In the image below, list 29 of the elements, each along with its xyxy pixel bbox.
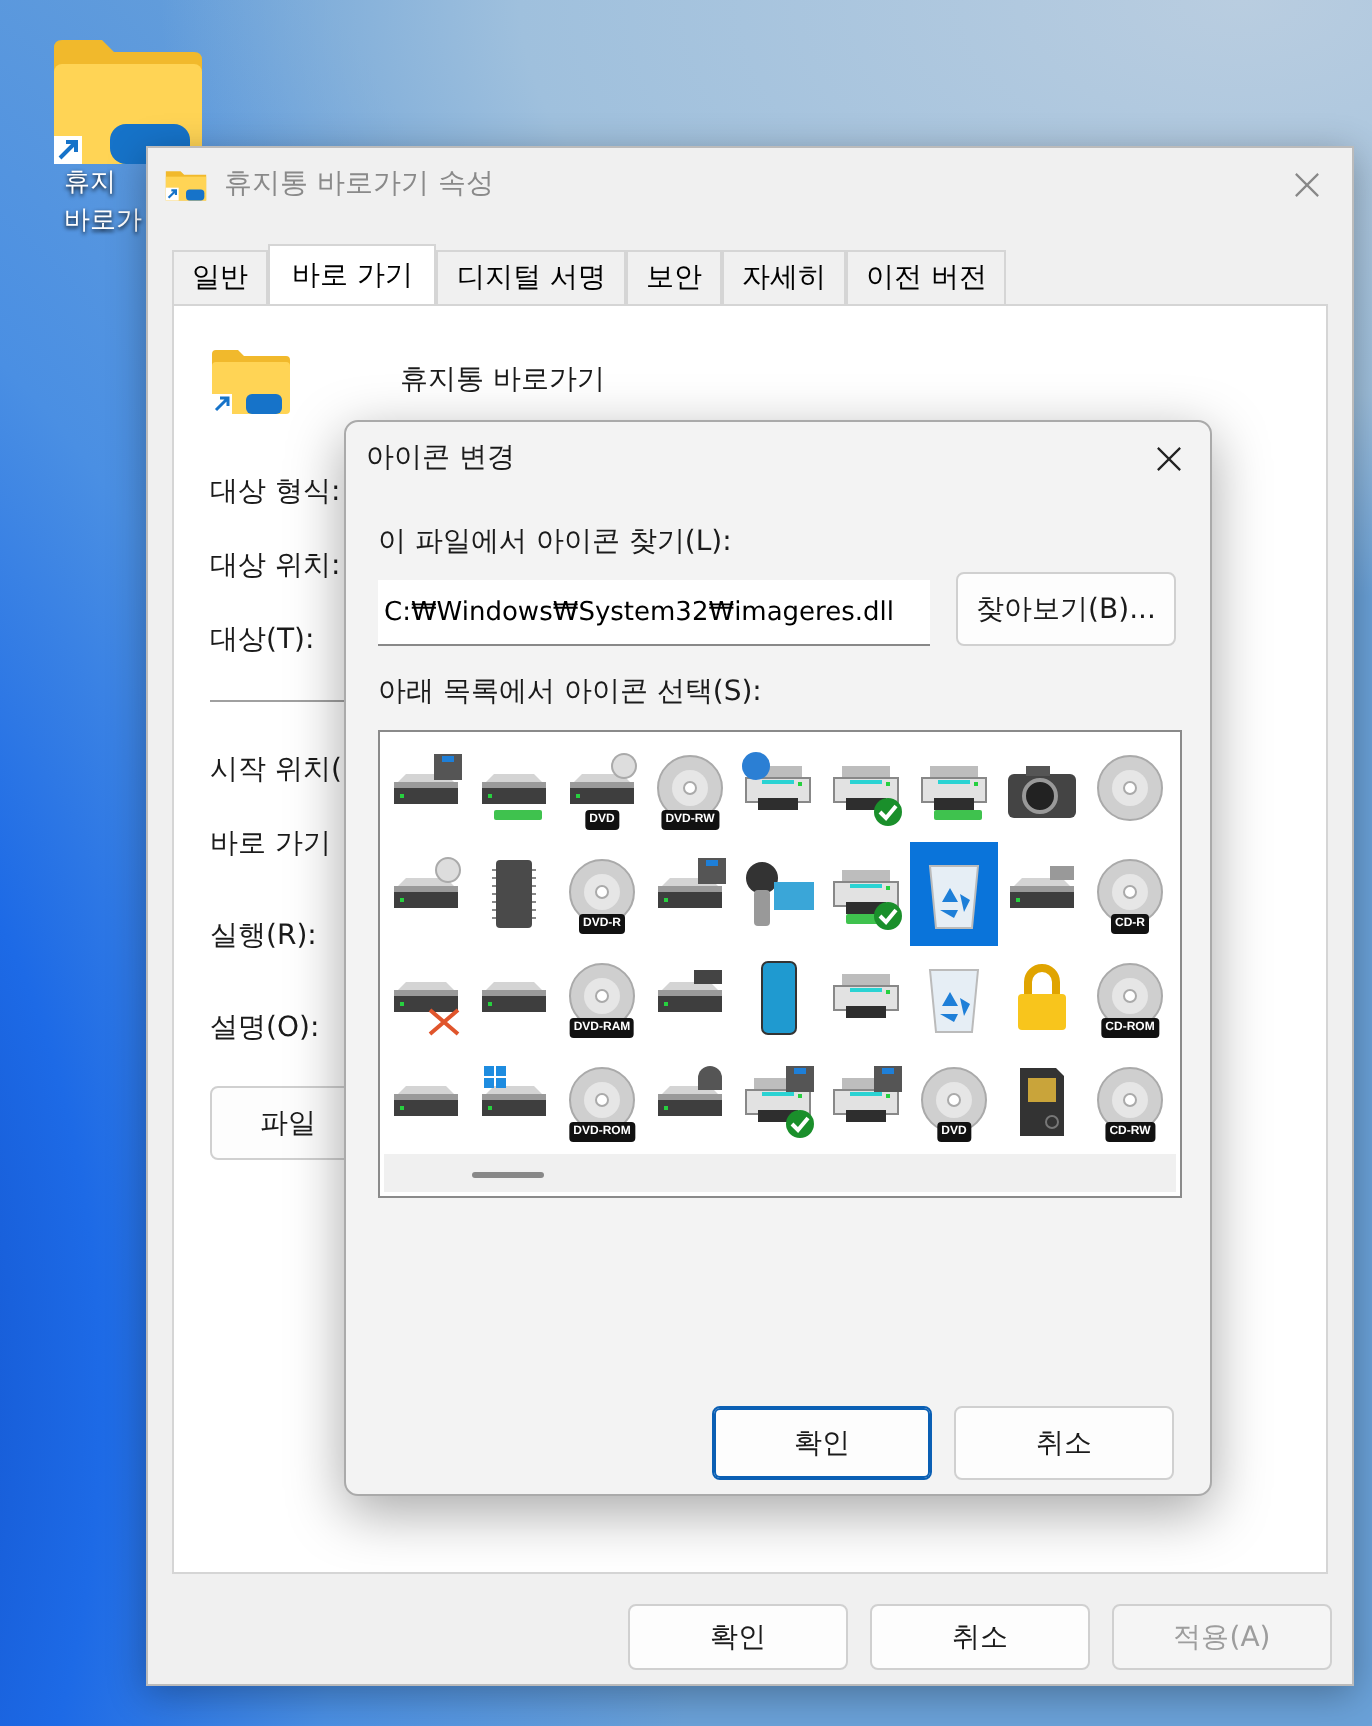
dialog-button[interactable]: 취소 xyxy=(954,1406,1174,1480)
dialog-button[interactable]: 확인 xyxy=(712,1406,932,1480)
icon-list-label: 아래 목록에서 아이콘 선택(S): xyxy=(378,674,764,710)
field-label: 바로 가기 xyxy=(210,826,331,864)
field-label: 설명(O): xyxy=(210,1010,320,1048)
tab[interactable]: 자세히 xyxy=(721,250,846,304)
dialog-button[interactable]: 취소 xyxy=(870,1604,1090,1670)
file-label: 이 파일에서 아이콘 찾기(L): xyxy=(378,524,734,560)
dialog-button[interactable]: 확인 xyxy=(628,1604,848,1670)
tab[interactable]: 보안 xyxy=(625,250,722,304)
field-label: 실행(R): xyxy=(210,918,317,956)
window-title: 휴지통 바로가기 속성 xyxy=(224,166,496,202)
folder-shortcut-icon[interactable] xyxy=(50,36,202,164)
field-label: 대상 위치: xyxy=(210,548,341,586)
tab[interactable]: 이전 버전 xyxy=(845,250,1007,304)
field-label: 대상 형식: xyxy=(210,474,341,512)
dialog-title: 아이콘 변경 xyxy=(366,440,515,476)
horizontal-scrollbar[interactable] xyxy=(384,1154,1176,1192)
tab[interactable]: 바로 가기 xyxy=(268,244,437,304)
folder-shortcut-icon xyxy=(210,346,290,414)
tab[interactable]: 일반 xyxy=(172,250,268,304)
browse-button[interactable]: 찾아보기(B)... xyxy=(956,572,1176,646)
tab[interactable]: 디지털 서명 xyxy=(436,250,626,304)
file-path-field[interactable]: C:₩Windows₩System32₩imageres.dll xyxy=(378,580,930,646)
field-label: 대상(T): xyxy=(210,622,315,660)
close-icon[interactable] xyxy=(1156,445,1182,471)
scrollbar-thumb[interactable] xyxy=(472,1172,544,1178)
field-label: 시작 위치( xyxy=(210,752,342,790)
shortcut-name: 휴지통 바로가기 xyxy=(400,362,605,398)
